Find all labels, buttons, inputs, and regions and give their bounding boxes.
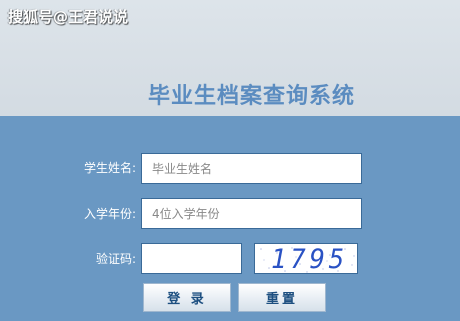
reset-button[interactable]: 重置 [238,283,326,312]
student-name-label: 学生姓名: [83,161,136,175]
enrollment-year-input[interactable] [141,198,362,229]
captcha-input[interactable] [141,243,242,274]
captcha-code: 1795 [271,244,349,274]
captcha-image[interactable]: 1795 [254,243,358,274]
page-title: 毕业生档案查询系统 [148,84,356,109]
login-button[interactable]: 登 录 [143,283,231,312]
student-name-input[interactable] [141,153,362,184]
header-banner: 搜狐号@王君说说 毕业生档案查询系统 [0,0,460,116]
enrollment-year-label: 入学年份: [83,207,136,221]
captcha-label: 验证码: [95,252,136,266]
watermark-text: 搜狐号@王君说说 [8,8,129,26]
